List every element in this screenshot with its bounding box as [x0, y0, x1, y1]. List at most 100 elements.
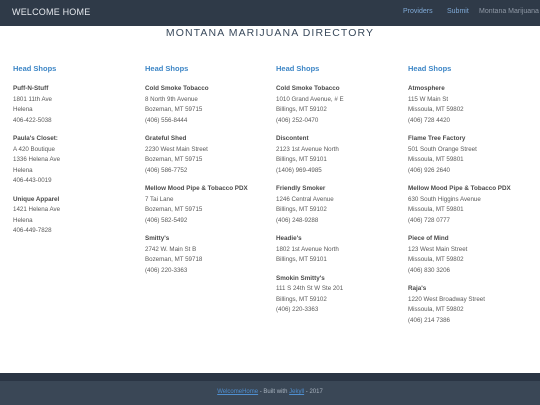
- shop-detail-line: Missoula, MT 59802: [408, 106, 464, 113]
- shop-entry: Flame Tree Factory 501 South Orange Stree…: [408, 134, 533, 176]
- shop-detail-line: 123 West Main Street: [408, 245, 468, 253]
- footer-band: [0, 373, 540, 381]
- shop-entry: Raja's 1220 West Broadway Street Missoula,…: [408, 284, 533, 326]
- shop-detail-line: (406) 220-3363: [276, 306, 319, 313]
- column-heading: Head Shops: [408, 64, 452, 73]
- shop-name: Cold Smoke Tobacco: [276, 85, 340, 92]
- shop-entry: Piece of Mind 123 West Main Street Missoul…: [408, 234, 533, 276]
- shop-entry: Smitty's 2742 W. Main St B Bozeman, MT 597…: [145, 234, 270, 276]
- shop-detail-line: Missoula, MT 59801: [408, 206, 464, 213]
- shop-detail-line: 2742 W. Main St B: [145, 245, 197, 253]
- shop-name: Cold Smoke Tobacco: [145, 85, 209, 92]
- shop-detail-line: Bozeman, MT 59715: [145, 156, 203, 163]
- shop-detail-line: A 420 Boutique: [13, 145, 55, 153]
- shop-detail-line: Helena: [13, 216, 33, 224]
- shop-detail-line: (406) 214 7386: [408, 316, 450, 324]
- shop-detail-line: Billings, MT 59101: [276, 256, 327, 263]
- shop-detail-line: Billings, MT 59101: [276, 156, 327, 163]
- shop-detail-line: (406) 582-5492: [145, 216, 188, 224]
- shop-name: Friendly Smoker: [276, 185, 326, 192]
- shop-entry: Cold Smoke Tobacco 1010 Grand Avenue, # E…: [276, 84, 401, 126]
- shop-detail-line: 1336 Helena Ave: [13, 156, 61, 163]
- nav-providers-link[interactable]: Providers: [403, 8, 433, 15]
- shop-detail-line: Billings, MT 59102: [276, 106, 327, 113]
- shop-name: Unique Apparel: [13, 195, 60, 203]
- shop-detail-line: 1801 11th Ave: [13, 95, 52, 103]
- shop-entry: Cold Smoke Tobacco 8 North 9th Avenue Boze…: [145, 84, 270, 126]
- directory-column: Head Shops Atmosphere 115 W Main St Missoul…: [408, 64, 533, 334]
- shop-name: Discontent: [276, 135, 309, 142]
- shop-detail-line: 630 South Higgins Avenue: [408, 195, 481, 203]
- page-title: MONTANA MARIJUANA DIRECTORY: [165, 27, 375, 39]
- shop-detail-line: 2123 1st Avenue North: [276, 145, 339, 153]
- shop-detail-line: 111 S 24th St W Ste 201: [276, 285, 344, 292]
- shop-name: Headie's: [276, 235, 302, 242]
- shop-name: Smitty's: [145, 235, 170, 242]
- shop-name: Atmosphere: [408, 85, 445, 92]
- shop-entry: Discontent 2123 1st Avenue North Billings,…: [276, 134, 401, 176]
- shop-detail-line: Missoula, MT 59801: [408, 156, 464, 163]
- shop-entry: Atmosphere 115 W Main St Missoula, MT 5980…: [408, 84, 533, 126]
- shop-detail-line: (406) 586-7752: [145, 166, 188, 174]
- shop-detail-line: 1421 Helena Ave: [13, 206, 61, 213]
- footer-text: - Built with: [258, 389, 290, 395]
- shop-detail-line: 2230 West Main Street: [145, 145, 208, 153]
- shop-name: Puff-N-Stuff: [13, 85, 49, 92]
- shop-detail-line: 7 Tai Lane: [145, 195, 174, 203]
- shop-detail-line: (406) 248-9288: [276, 216, 319, 224]
- footer-jekyll-link[interactable]: Jekyll: [289, 389, 304, 395]
- directory-column: Head Shops Cold Smoke Tobacco 8 North 9th …: [145, 64, 270, 284]
- shop-entry: Paula's Closet: A 420 Boutique 1336 Helena…: [13, 134, 138, 187]
- shop-detail-line: (406) 830 3206: [408, 266, 450, 274]
- shop-name: Paula's Closet:: [13, 135, 58, 142]
- footer-year: - 2017: [304, 389, 323, 395]
- shop-detail-line: (406) 926 2640: [408, 166, 450, 174]
- shop-detail-line: Missoula, MT 59802: [408, 256, 464, 263]
- shop-detail-line: 1220 West Broadway Street: [408, 295, 485, 303]
- nav-montana-marijuana: Montana Marijuana: [479, 8, 539, 15]
- column-heading: Head Shops: [276, 64, 320, 73]
- shop-detail-line: 8 North 9th Avenue: [145, 95, 198, 103]
- shop-name: Smokin Smitty's: [276, 274, 325, 282]
- shop-detail-line: 501 South Orange Street: [408, 145, 477, 153]
- shop-detail-line: 406-422-5038: [13, 116, 52, 124]
- shop-detail-line: (1406) 969-4985: [276, 166, 322, 174]
- shop-detail-line: 406-443-0019: [13, 177, 52, 184]
- shop-detail-line: Billings, MT 59102: [276, 295, 327, 303]
- nav-submit-link[interactable]: Submit: [447, 8, 469, 15]
- shop-detail-line: Bozeman, MT 59718: [145, 256, 203, 263]
- shop-detail-line: 115 W Main St: [408, 95, 449, 103]
- footer-site-link[interactable]: WelcomeHome: [217, 389, 258, 395]
- column-heading: Head Shops: [13, 64, 57, 73]
- shop-entry: Unique Apparel 1421 Helena Ave Helena 406-4…: [13, 195, 138, 237]
- shop-detail-line: 1246 Central Avenue: [276, 195, 334, 203]
- shop-name: Flame Tree Factory: [408, 135, 466, 142]
- top-navbar: WELCOME HOME Providers Submit Montana Ma…: [0, 0, 540, 26]
- shop-entry: Mellow Mood Pipe & Tobacco PDX 7 Tai Lane…: [145, 184, 270, 226]
- shop-detail-line: (406) 728 0777: [408, 216, 450, 224]
- shop-detail-line: (406) 556-8444: [145, 116, 188, 124]
- shop-entry: Headie's 1802 1st Avenue North Billings, M…: [276, 234, 401, 266]
- shop-name: Raja's: [408, 285, 427, 292]
- shop-detail-line: (406) 220-3363: [145, 266, 188, 274]
- shop-entry: Smokin Smitty's 111 S 24th St W Ste 201 Bi…: [276, 274, 401, 316]
- shop-detail-line: Helena: [13, 166, 33, 174]
- shop-detail-line: Bozeman, MT 59715: [145, 206, 203, 213]
- column-heading: Head Shops: [145, 64, 189, 73]
- shop-detail-line: (406) 728 4420: [408, 116, 450, 124]
- shop-name: Piece of Mind: [408, 235, 449, 242]
- shop-entry: Mellow Mood Pipe & Tobacco PDX 630 South …: [408, 184, 533, 226]
- shop-detail-line: 406-449-7828: [13, 227, 52, 234]
- shop-detail-line: Bozeman, MT 59715: [145, 106, 203, 113]
- directory-column: Head Shops Puff-N-Stuff 1801 11th Ave Helen…: [13, 64, 138, 245]
- shop-entry: Friendly Smoker 1246 Central Avenue Billin…: [276, 184, 401, 226]
- brand-link[interactable]: WELCOME HOME: [12, 7, 90, 17]
- shop-entry: Grateful Shed 2230 West Main Street Bozema…: [145, 134, 270, 176]
- directory-column: Head Shops Cold Smoke Tobacco 1010 Grand A…: [276, 64, 401, 324]
- shop-name: Mellow Mood Pipe & Tobacco PDX: [145, 185, 248, 192]
- shop-detail-line: 1010 Grand Avenue, # E: [276, 95, 344, 103]
- shop-detail-line: (406) 252-0470: [276, 116, 319, 124]
- shop-detail-line: Billings, MT 59102: [276, 206, 327, 213]
- shop-name: Grateful Shed: [145, 135, 187, 142]
- shop-entry: Puff-N-Stuff 1801 11th Ave Helena 406-422-5…: [13, 84, 138, 126]
